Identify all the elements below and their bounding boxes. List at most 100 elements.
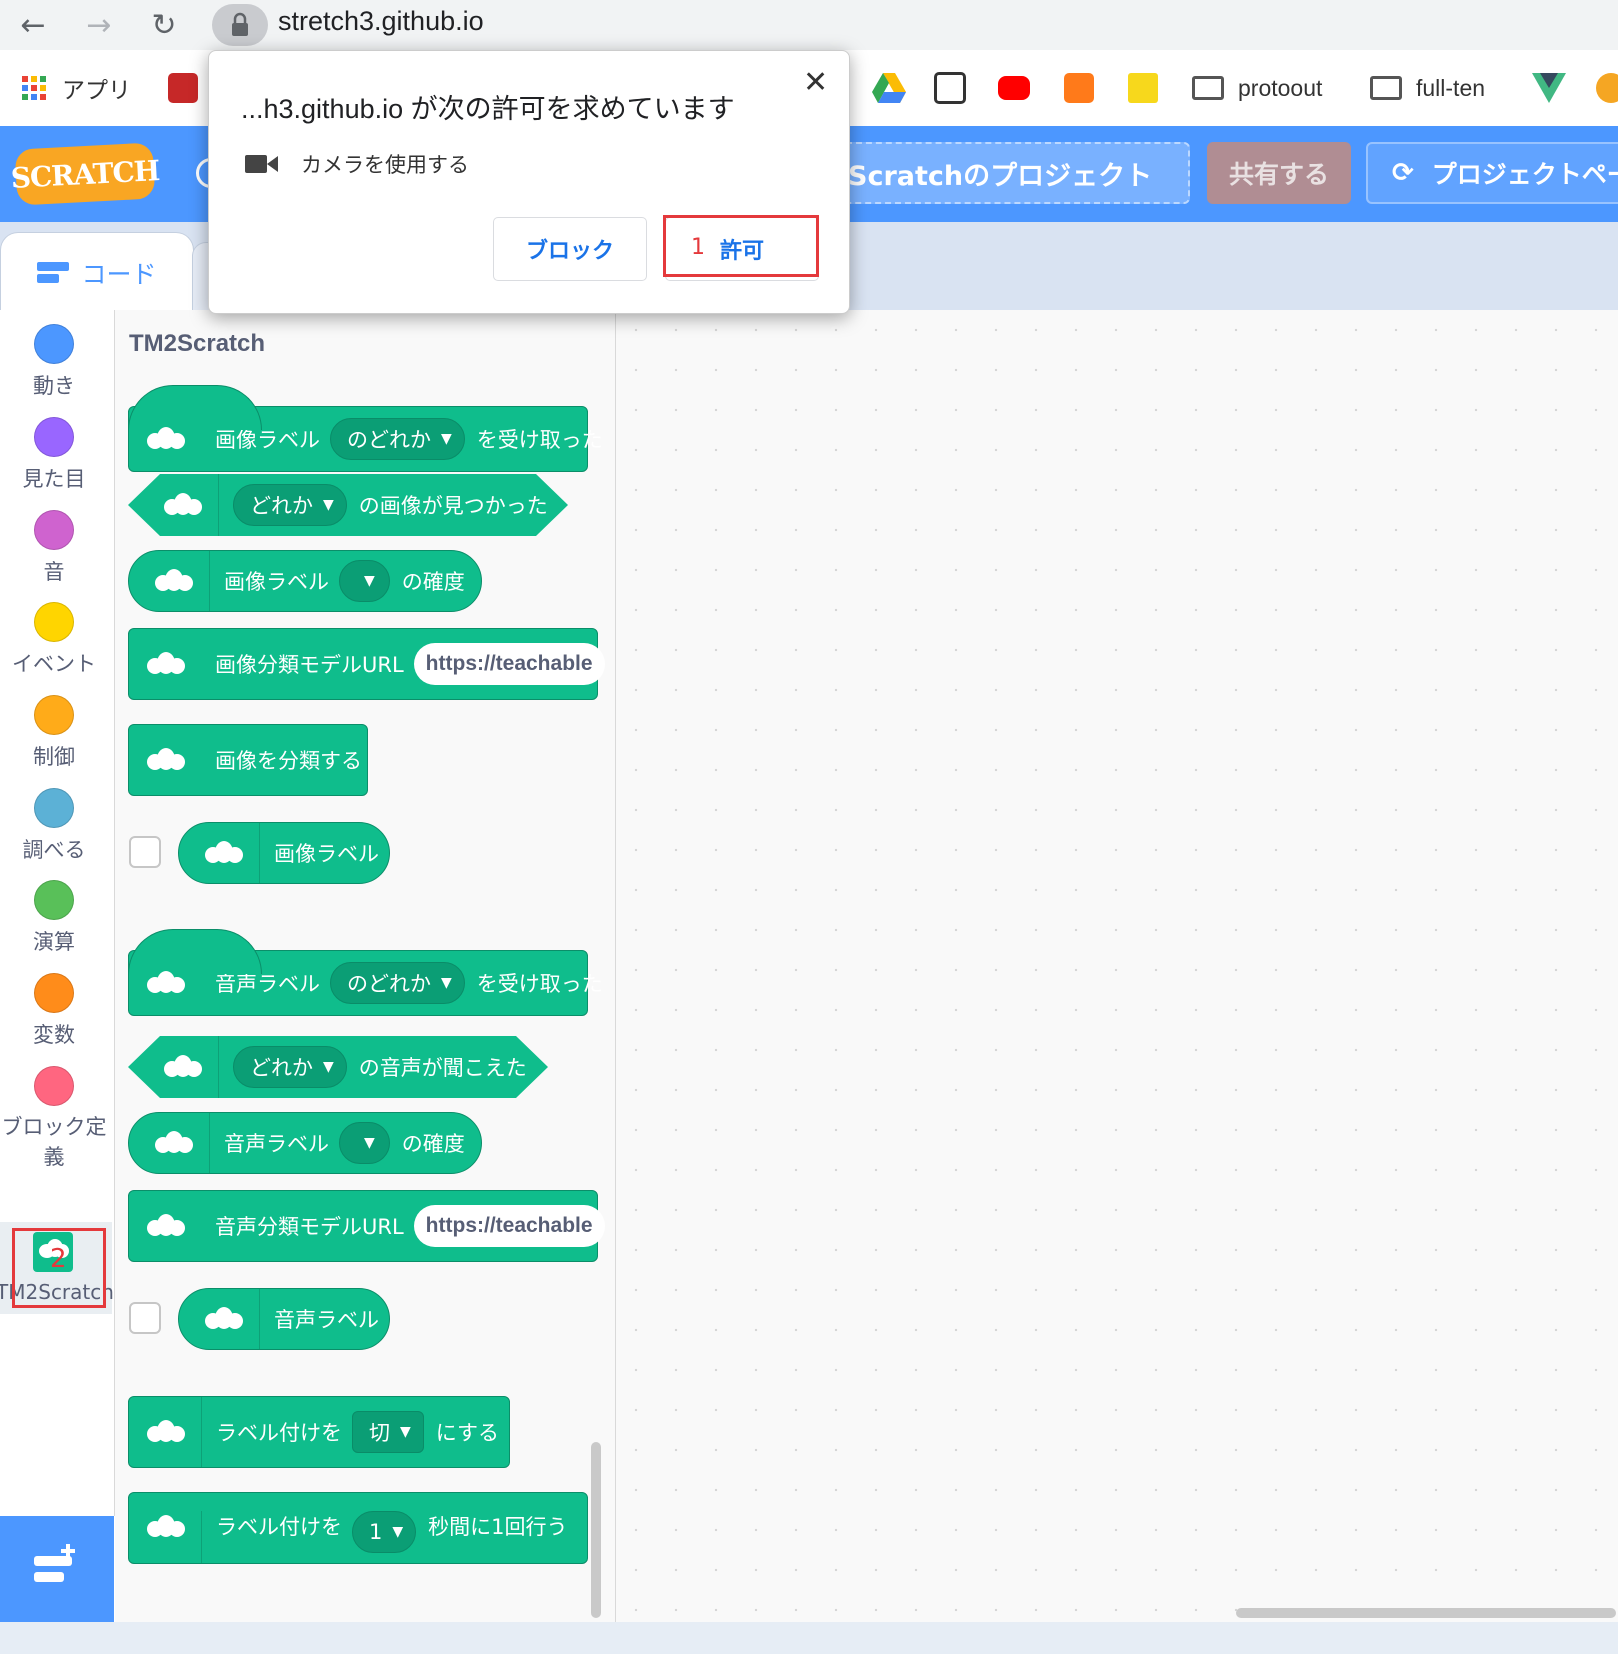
lock-icon[interactable] bbox=[212, 4, 268, 46]
bookmark-vue[interactable] bbox=[1532, 68, 1566, 108]
bookmark-protoout[interactable]: protoout bbox=[1192, 68, 1322, 108]
category-operators[interactable]: 演算 bbox=[0, 880, 108, 956]
category-control[interactable]: 制御 bbox=[0, 695, 108, 771]
category-label: 動き bbox=[33, 374, 75, 398]
category-label: 見た目 bbox=[22, 467, 86, 491]
share-button[interactable]: 共有する bbox=[1207, 142, 1351, 204]
category-looks[interactable]: 見た目 bbox=[0, 417, 108, 493]
back-arrow-icon[interactable]: ← bbox=[14, 6, 52, 44]
block-image-label[interactable]: 画像ラベル bbox=[178, 822, 390, 884]
block-text: 秒間に1回行う bbox=[428, 1515, 568, 1539]
project-page-button[interactable]: ⟳ プロジェクトペー bbox=[1366, 142, 1618, 204]
model-url-input[interactable]: https://teachable bbox=[413, 1205, 605, 1247]
block-sound-label-received[interactable]: 音声ラベル のどれか ▼ を受け取った bbox=[128, 929, 603, 1016]
dropdown-arrow-icon: ▼ bbox=[441, 431, 452, 447]
youtube-icon bbox=[998, 76, 1030, 100]
bookmark-pdf[interactable] bbox=[168, 68, 198, 108]
block-sound-model-url[interactable]: 音声分類モデルURL https://teachable bbox=[128, 1190, 605, 1262]
dropdown-value: 切 bbox=[369, 1421, 390, 1445]
dropdown-value: のどれか bbox=[347, 972, 431, 996]
dropdown-arrow-icon: ▼ bbox=[364, 1135, 375, 1151]
forward-arrow-icon[interactable]: → bbox=[80, 6, 118, 44]
block-palette: TM2Scratch 画像ラベル のどれか ▼ を受け取った どれか ▼ の画像が見… bbox=[115, 310, 616, 1622]
block-sound-confidence[interactable]: 音声ラベル ▼ の確度 bbox=[128, 1112, 482, 1174]
palette-scrollbar[interactable] bbox=[591, 1442, 601, 1618]
bookmark-ch[interactable] bbox=[934, 68, 966, 108]
block-text: 音声ラベル bbox=[224, 1132, 329, 1156]
block-labeling-toggle[interactable]: ラベル付けを 切 ▼ にする bbox=[128, 1396, 510, 1468]
apps-grid-icon bbox=[22, 76, 46, 100]
block-button[interactable]: ブロック bbox=[493, 217, 647, 281]
block-text: の確度 bbox=[401, 570, 465, 594]
dropdown-value: 1 bbox=[369, 1520, 383, 1544]
label-dropdown[interactable]: のどれか ▼ bbox=[330, 962, 465, 1004]
permission-text: カメラを使用する bbox=[301, 153, 469, 177]
block-image-found[interactable]: どれか ▼ の画像が見つかった bbox=[128, 474, 568, 536]
project-title-input[interactable]: Scratchのプロジェクト bbox=[840, 142, 1190, 204]
block-labeling-interval[interactable]: ラベル付けを 1 ▼ 秒間に1回行う bbox=[128, 1492, 588, 1564]
image-label-checkbox[interactable] bbox=[129, 836, 161, 868]
add-extension-button[interactable] bbox=[0, 1516, 114, 1622]
tm2-cloud-icon bbox=[203, 1303, 245, 1335]
block-image-confidence[interactable]: 画像ラベル ▼ の確度 bbox=[128, 550, 482, 612]
bookmark-fullten[interactable]: full-ten bbox=[1370, 68, 1485, 108]
block-text: を受け取った bbox=[476, 972, 603, 996]
tab-code-label: コード bbox=[81, 260, 157, 289]
annotation-number-2: 2 bbox=[50, 1244, 67, 1274]
acrobat-icon bbox=[168, 73, 198, 103]
add-extension-icon bbox=[34, 1544, 75, 1582]
dropdown-arrow-icon: ▼ bbox=[323, 1059, 334, 1075]
block-text: を受け取った bbox=[476, 428, 603, 452]
label-dropdown[interactable]: ▼ bbox=[339, 1122, 390, 1164]
label-dropdown[interactable]: どれか ▼ bbox=[233, 484, 347, 526]
bookmark-j[interactable] bbox=[1128, 68, 1158, 108]
category-sound[interactable]: 音 bbox=[0, 510, 108, 586]
block-image-label-received[interactable]: 画像ラベル のどれか ▼ を受け取った bbox=[128, 385, 603, 472]
dropdown-arrow-icon: ▼ bbox=[364, 573, 375, 589]
reload-icon[interactable]: ↻ bbox=[145, 6, 183, 44]
folder-icon bbox=[1192, 76, 1224, 100]
interval-dropdown[interactable]: 1 ▼ bbox=[352, 1511, 417, 1553]
category-dot bbox=[34, 788, 74, 828]
dialog-title: ...h3.github.io が次の許可を求めています bbox=[241, 94, 735, 124]
bookmark-extra[interactable] bbox=[1596, 68, 1618, 108]
tm2-cloud-icon bbox=[145, 744, 187, 776]
category-events[interactable]: イベント bbox=[0, 602, 108, 678]
category-sensing[interactable]: 調べる bbox=[0, 788, 108, 864]
model-url-input[interactable]: https://teachable bbox=[413, 643, 605, 685]
category-dot bbox=[34, 324, 74, 364]
category-label: ブロック定義 bbox=[1, 1115, 107, 1169]
scratch-logo[interactable]: SCRATCH bbox=[10, 142, 160, 206]
block-text: 音声ラベル bbox=[274, 1308, 379, 1332]
url-text[interactable]: stretch3.github.io bbox=[278, 6, 484, 37]
block-sound-heard[interactable]: どれか ▼ の音声が聞こえた bbox=[128, 1036, 548, 1098]
tm2-cloud-icon bbox=[145, 648, 187, 680]
workspace-horizontal-scrollbar[interactable] bbox=[1236, 1608, 1616, 1618]
protoout-label: protoout bbox=[1238, 74, 1323, 101]
code-workspace[interactable] bbox=[616, 310, 1618, 1622]
browser-toolbar: ← → ↻ stretch3.github.io bbox=[0, 0, 1618, 50]
bookmark-apps[interactable]: アプリ bbox=[22, 68, 131, 108]
close-icon[interactable]: ✕ bbox=[803, 65, 828, 100]
block-sound-label[interactable]: 音声ラベル bbox=[178, 1288, 390, 1350]
tab-code[interactable]: コード bbox=[0, 232, 194, 313]
block-text: 画像ラベル bbox=[274, 842, 379, 866]
block-classify-image[interactable]: 画像を分類する bbox=[128, 724, 368, 796]
bookmark-youtube[interactable] bbox=[998, 68, 1030, 108]
code-icon bbox=[37, 262, 70, 283]
tm2-cloud-icon bbox=[153, 1127, 195, 1159]
label-dropdown[interactable]: どれか ▼ bbox=[233, 1046, 347, 1088]
labeling-dropdown[interactable]: 切 ▼ bbox=[352, 1411, 424, 1453]
palette-title: TM2Scratch bbox=[129, 330, 266, 357]
drive-icon bbox=[872, 73, 906, 103]
label-dropdown[interactable]: ▼ bbox=[339, 560, 390, 602]
label-dropdown[interactable]: のどれか ▼ bbox=[330, 418, 465, 460]
category-myblocks[interactable]: ブロック定義 bbox=[0, 1066, 108, 1172]
block-text: の確度 bbox=[401, 1132, 465, 1156]
block-image-model-url[interactable]: 画像分類モデルURL https://teachable bbox=[128, 628, 605, 700]
sound-label-checkbox[interactable] bbox=[129, 1302, 161, 1334]
category-variables[interactable]: 変数 bbox=[0, 973, 108, 1049]
bookmark-drive[interactable] bbox=[872, 68, 906, 108]
category-motion[interactable]: 動き bbox=[0, 324, 108, 400]
bookmark-cube[interactable] bbox=[1064, 68, 1094, 108]
